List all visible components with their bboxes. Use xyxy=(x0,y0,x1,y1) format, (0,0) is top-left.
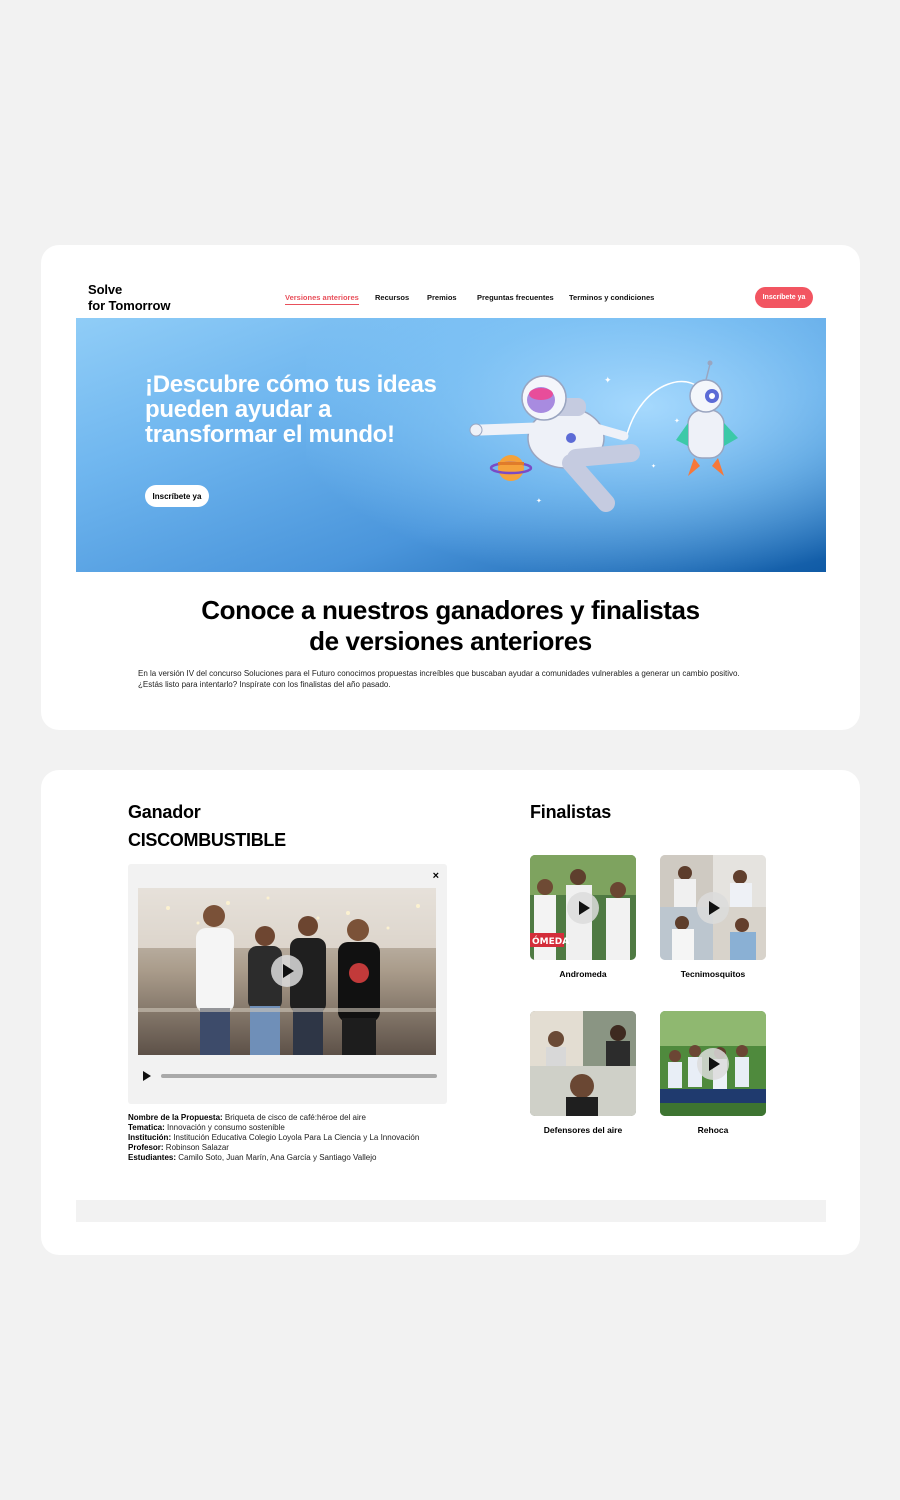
finalists-heading: Finalistas xyxy=(530,802,612,822)
winner-video[interactable] xyxy=(138,888,436,1055)
header-signup-button[interactable]: Inscríbete ya xyxy=(755,287,813,308)
logo-line-2: for Tomorrow xyxy=(88,298,171,313)
hero-card: Solve for Tomorrow Versiones anteriores … xyxy=(41,245,860,730)
finalist-name: Andromeda xyxy=(559,969,607,979)
winners-card: Ganador CISCOMBUSTIBLE Finalistas × Nomb… xyxy=(41,770,860,1255)
detail-institucion: Institución: Institución Educativa Coleg… xyxy=(128,1133,420,1142)
svg-text:✦: ✦ xyxy=(536,497,542,505)
finalist-defensores-del-aire[interactable]: Defensores del aire xyxy=(530,1011,636,1135)
hero-title: ¡Descubre cómo tus ideas pueden ayudar a… xyxy=(145,371,437,448)
nav-recursos[interactable]: Recursos xyxy=(375,293,409,302)
defensores-photo xyxy=(530,1011,636,1116)
nav-premios[interactable]: Premios xyxy=(427,293,457,302)
close-icon[interactable]: × xyxy=(433,870,439,882)
svg-text:✦: ✦ xyxy=(604,376,612,386)
section-title-line-1: Conoce a nuestros ganadores y finalistas xyxy=(201,595,700,625)
finalist-play-icon[interactable] xyxy=(697,892,729,924)
play-icon[interactable] xyxy=(143,1071,151,1081)
video-progress-bar[interactable] xyxy=(161,1074,437,1078)
detail-profesor: Profesor: Robinson Salazar xyxy=(128,1143,229,1152)
finalist-name: Rehoca xyxy=(697,1125,729,1135)
svg-text:✦: ✦ xyxy=(674,417,680,425)
finalist-name: Defensores del aire xyxy=(543,1125,623,1135)
hero-signup-button[interactable]: Inscríbete ya xyxy=(145,485,209,507)
winner-name: CISCOMBUSTIBLE xyxy=(128,830,286,850)
logo-line-1: Solve xyxy=(88,282,123,297)
video-controls xyxy=(138,1069,437,1083)
finalist-play-icon[interactable] xyxy=(697,1048,729,1080)
finalist-play-icon[interactable] xyxy=(567,892,599,924)
intro-line-1: En la versión IV del concurso Soluciones… xyxy=(138,669,740,678)
finalist-thumbnail[interactable]: ÓMEDA xyxy=(530,855,636,960)
detail-propuesta: Nombre de la Propuesta: Briqueta de cisc… xyxy=(128,1113,366,1122)
detail-tematica: Tematica: Innovación y consumo sostenibl… xyxy=(128,1123,285,1132)
winner-heading: Ganador xyxy=(128,802,201,822)
footer-strip xyxy=(76,1200,826,1222)
finalist-tecnimosquitos[interactable]: Tecnimosquitos xyxy=(660,855,766,979)
hero-banner: ¡Descubre cómo tus ideas pueden ayudar a… xyxy=(76,318,826,572)
nav-versiones-anteriores[interactable]: Versiones anteriores xyxy=(285,293,359,305)
nav-preguntas-frecuentes[interactable]: Preguntas frecuentes xyxy=(477,293,554,302)
andromeda-overlay-text: ÓMEDA xyxy=(532,935,569,947)
finalist-name: Tecnimosquitos xyxy=(680,969,746,979)
winner-video-player: × xyxy=(128,864,447,1104)
section-title: Conoce a nuestros ganadores y finalistas… xyxy=(41,595,860,657)
section-title-line-2: de versiones anteriores xyxy=(309,626,592,656)
winner-play-icon[interactable] xyxy=(271,955,303,987)
intro-line-2: ¿Estás listo para intentarlo? Inspírate … xyxy=(138,680,391,689)
astronaut-robot-illustration: ✦ ✦ ✦ ✦ xyxy=(469,360,738,512)
finalist-thumbnail[interactable] xyxy=(530,1011,636,1116)
winner-details: Nombre de la Propuesta: Briqueta de cisc… xyxy=(128,1113,419,1163)
section-intro: En la versión IV del concurso Soluciones… xyxy=(138,668,778,690)
detail-estudiantes: Estudiantes: Camilo Soto, Juan Marín, An… xyxy=(128,1153,377,1162)
svg-text:✦: ✦ xyxy=(651,463,656,470)
finalist-thumbnail[interactable] xyxy=(660,855,766,960)
nav-terminos-condiciones[interactable]: Terminos y condiciones xyxy=(569,293,654,302)
finalist-thumbnail[interactable] xyxy=(660,1011,766,1116)
site-logo[interactable]: Solve for Tomorrow xyxy=(88,282,170,314)
finalist-andromeda[interactable]: ÓMEDA Andromeda xyxy=(530,855,636,979)
finalist-rehoca[interactable]: Rehoca xyxy=(660,1011,766,1135)
